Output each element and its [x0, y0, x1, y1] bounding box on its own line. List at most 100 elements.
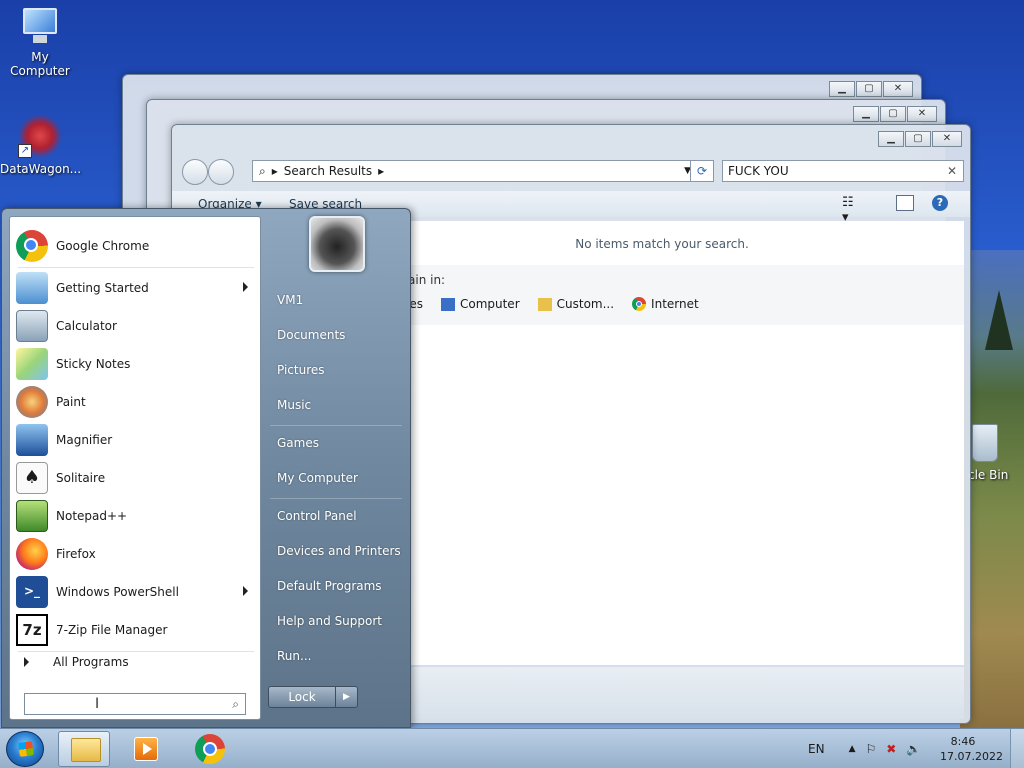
search-again-custom[interactable]: Custom... [537, 297, 614, 311]
shutdown-options-arrow-icon[interactable]: ▶ [336, 686, 358, 708]
programs-pane: Google Chrome Getting Started Calculator… [9, 216, 261, 720]
action-center-icon[interactable]: ⚐ [865, 742, 876, 756]
magnifier-icon [16, 424, 48, 456]
program-7zip[interactable]: 7z 7-Zip File Manager [14, 613, 258, 647]
search-again-internet[interactable]: Internet [632, 297, 699, 311]
desktop-icon-label: My Computer [10, 50, 70, 78]
desktop-icon-label: cle Bin [968, 468, 1009, 482]
program-solitaire[interactable]: ♠ Solitaire [14, 461, 258, 495]
view-options-icon[interactable]: ☷ ▾ [842, 195, 860, 225]
search-icon: ⌕ [232, 697, 239, 711]
search-again-computer[interactable]: Computer [440, 297, 520, 311]
all-programs-arrow-icon [24, 657, 29, 667]
volume-icon[interactable]: 🔈 [906, 742, 921, 756]
paint-icon [16, 386, 48, 418]
media-player-icon [134, 737, 158, 761]
lock-button[interactable]: Lock [268, 686, 336, 708]
help-icon[interactable]: ? [932, 195, 948, 211]
maximize-icon[interactable]: ▢ [856, 81, 882, 97]
start-right-item-documents[interactable]: Documents [277, 328, 345, 342]
search-input[interactable]: FUCK YOU ✕ [722, 160, 964, 182]
shutdown-area: Lock ▶ [268, 686, 358, 708]
show-hidden-icons-icon[interactable]: ▲ [849, 744, 856, 754]
program-windows-powershell[interactable]: >_ Windows PowerShell [14, 575, 258, 609]
preview-pane-icon[interactable] [896, 195, 914, 211]
program-paint[interactable]: Paint [14, 385, 258, 419]
notepad-plus-plus-icon [16, 500, 48, 532]
maximize-button[interactable]: ▢ [905, 131, 931, 147]
wallpaper-tree [985, 290, 1013, 350]
navigation-bar: ⌕ ▸ Search Results ▸ ▼ ⟳ FUCK YOU ✕ [180, 157, 964, 185]
start-search-input[interactable]: I ⌕ [24, 693, 246, 715]
language-indicator[interactable]: EN [808, 742, 825, 756]
chrome-icon [195, 734, 225, 764]
start-right-item-vm1[interactable]: VM1 [277, 293, 303, 307]
getting-started-icon [16, 272, 48, 304]
clear-search-icon[interactable]: ✕ [947, 161, 957, 181]
address-text: Search Results [283, 164, 373, 178]
folder-icon [71, 738, 101, 762]
start-right-item-help-support[interactable]: Help and Support [277, 614, 382, 628]
solitaire-icon: ♠ [16, 462, 48, 494]
start-right-item-games[interactable]: Games [277, 436, 319, 450]
start-right-item-control-panel[interactable]: Control Panel [277, 509, 357, 523]
program-getting-started[interactable]: Getting Started [14, 271, 258, 305]
submenu-arrow-icon [243, 282, 248, 292]
start-menu: Google Chrome Getting Started Calculator… [1, 208, 411, 728]
computer-icon [440, 297, 455, 311]
taskbar-explorer-button[interactable] [58, 731, 110, 767]
program-magnifier[interactable]: Magnifier [14, 423, 258, 457]
close-button[interactable]: ✕ [932, 131, 962, 147]
chrome-icon [632, 297, 647, 311]
start-right-item-run[interactable]: Run... [277, 649, 311, 663]
desktop-icon-my-computer[interactable]: My Computer [0, 8, 80, 78]
show-desktop-button[interactable] [1010, 729, 1024, 768]
minimize-button[interactable]: ▁ [878, 131, 904, 147]
desktop-icon-label: DataWagon... [0, 162, 82, 176]
7zip-icon: 7z [16, 614, 48, 646]
minimize-icon[interactable]: ▁ [829, 81, 855, 97]
clock[interactable]: 8:46 17.07.2022 [940, 734, 1003, 764]
desktop-icon-recycle-bin[interactable]: cle Bin [968, 424, 1024, 482]
program-calculator[interactable]: Calculator [14, 309, 258, 343]
computer-icon [19, 8, 61, 46]
start-right-item-pictures[interactable]: Pictures [277, 363, 325, 377]
address-bar[interactable]: ⌕ ▸ Search Results ▸ ▼ [252, 160, 698, 182]
firefox-icon [16, 538, 48, 570]
close-icon[interactable]: ✕ [907, 106, 937, 122]
powershell-icon: >_ [16, 576, 48, 608]
program-firefox[interactable]: Firefox [14, 537, 258, 571]
chrome-icon [16, 230, 48, 262]
minimize-icon[interactable]: ▁ [853, 106, 879, 122]
clock-time: 8:46 [950, 735, 976, 748]
close-icon[interactable]: ✕ [883, 81, 913, 97]
back-button[interactable] [182, 159, 208, 185]
forward-button[interactable] [208, 159, 234, 185]
text-cursor-icon: I [95, 696, 100, 712]
taskbar-chrome-button[interactable] [184, 731, 236, 767]
search-icon: ⌕ [259, 163, 266, 178]
desktop-icon-datawagon[interactable]: ↗ DataWagon... [0, 114, 82, 176]
start-right-item-devices-printers[interactable]: Devices and Printers [277, 544, 401, 558]
clock-date: 17.07.2022 [940, 750, 1003, 763]
start-right-item-my-computer[interactable]: My Computer [277, 471, 358, 485]
system-tray: EN ▲ ⚐ ✖ 🔈 [808, 729, 921, 768]
sticky-notes-icon [16, 348, 48, 380]
submenu-arrow-icon [243, 586, 248, 596]
maximize-icon[interactable]: ▢ [880, 106, 906, 122]
start-right-item-default-programs[interactable]: Default Programs [277, 579, 382, 593]
program-notepad-plus-plus[interactable]: Notepad++ [14, 499, 258, 533]
calculator-icon [16, 310, 48, 342]
start-right-item-music[interactable]: Music [277, 398, 311, 412]
taskbar-media-player-button[interactable] [120, 731, 172, 767]
datawagon-icon: ↗ [18, 114, 62, 158]
program-sticky-notes[interactable]: Sticky Notes [14, 347, 258, 381]
network-icon[interactable]: ✖ [886, 742, 896, 756]
folder-icon [537, 297, 552, 311]
start-button[interactable] [6, 731, 44, 767]
program-google-chrome[interactable]: Google Chrome [14, 229, 258, 263]
recycle-bin-icon [972, 424, 998, 462]
all-programs-button[interactable]: All Programs [18, 655, 129, 669]
user-avatar[interactable] [309, 216, 365, 272]
refresh-button[interactable]: ⟳ [690, 160, 714, 182]
